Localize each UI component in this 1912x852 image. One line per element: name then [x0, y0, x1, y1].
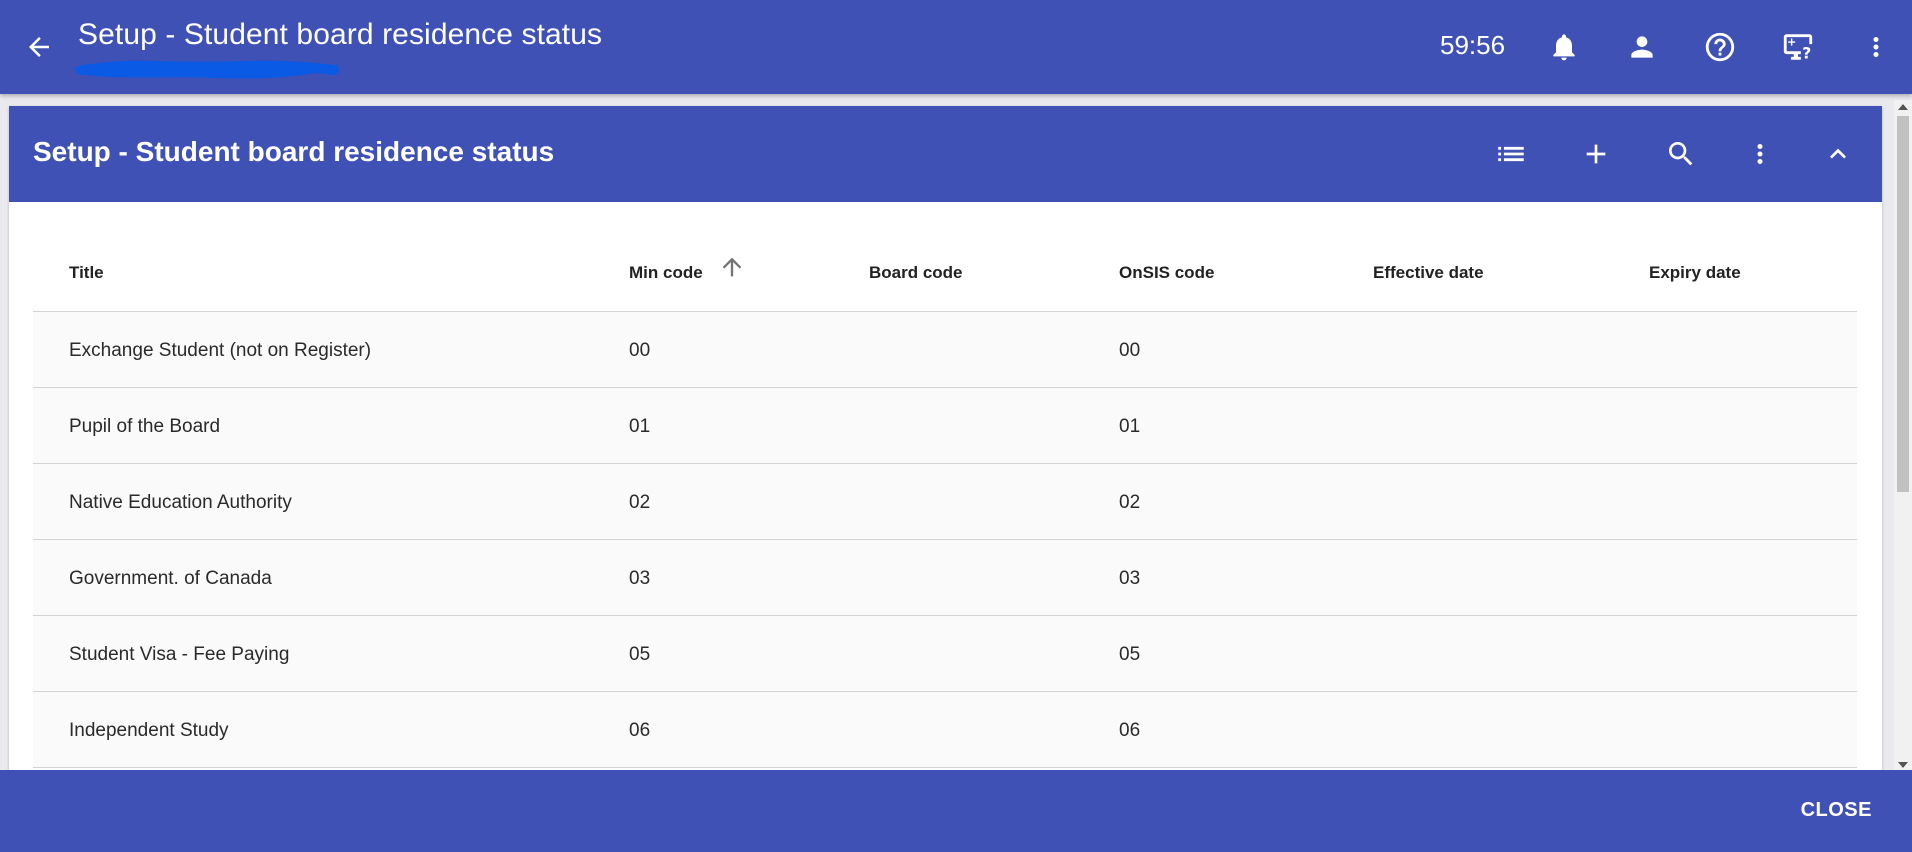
session-timer: 59:56 — [1440, 30, 1506, 60]
scrollbar-thumb[interactable] — [1897, 116, 1909, 492]
sort-ascending-icon[interactable] — [717, 252, 747, 282]
list-icon[interactable] — [1487, 130, 1535, 178]
app-title: Setup - Student board residence status — [78, 18, 603, 51]
more-vert-icon[interactable] — [1853, 24, 1899, 70]
cell-title: Pupil of the Board — [69, 416, 221, 437]
column-header-effective-date[interactable]: Effective date — [1373, 263, 1484, 283]
cell-onsis-code: 02 — [1119, 492, 1141, 513]
cell-title: Government. of Canada — [69, 568, 272, 589]
redaction-scribble — [74, 60, 340, 79]
cell-min-code: 02 — [629, 492, 651, 513]
column-header-board-code[interactable]: Board code — [869, 263, 963, 283]
table-row[interactable]: Independent Study 06 06 — [33, 692, 1857, 768]
column-header-min-code[interactable]: Min code — [629, 263, 703, 283]
table-row[interactable]: Student Visa - Fee Paying 05 05 — [33, 616, 1857, 692]
setup-panel: Setup - Student board residence status T… — [9, 106, 1882, 806]
column-header-onsis-code[interactable]: OnSIS code — [1119, 263, 1214, 283]
cell-onsis-code: 00 — [1119, 340, 1141, 361]
add-icon[interactable] — [1572, 130, 1620, 178]
scroll-up-icon[interactable] — [1898, 104, 1908, 110]
cell-onsis-code: 06 — [1119, 720, 1141, 741]
remote-help-icon[interactable]: ? — [1775, 24, 1821, 70]
cell-onsis-code: 01 — [1119, 416, 1141, 437]
person-icon[interactable] — [1619, 24, 1665, 70]
residence-status-table: Title Min code Board code OnSIS code Eff… — [33, 232, 1857, 768]
vertical-scrollbar[interactable] — [1894, 100, 1912, 772]
cell-onsis-code: 05 — [1119, 644, 1141, 665]
panel-header: Setup - Student board residence status — [9, 106, 1882, 202]
search-icon[interactable] — [1657, 130, 1705, 178]
app-bar: Setup - Student board residence status 5… — [0, 0, 1912, 94]
cell-title: Student Visa - Fee Paying — [69, 644, 290, 665]
table-row[interactable]: Pupil of the Board 01 01 — [33, 388, 1857, 464]
panel-title: Setup - Student board residence status — [33, 136, 555, 167]
chevron-up-icon[interactable] — [1814, 130, 1862, 178]
table-row[interactable]: Native Education Authority 02 02 — [33, 464, 1857, 540]
cell-title: Exchange Student (not on Register) — [69, 340, 372, 361]
close-button[interactable]: CLOSE — [1801, 799, 1872, 822]
cell-min-code: 01 — [629, 416, 651, 437]
cell-min-code: 03 — [629, 568, 651, 589]
column-header-title[interactable]: Title — [69, 263, 104, 283]
table-row[interactable]: Exchange Student (not on Register) 00 00 — [33, 312, 1857, 388]
cell-title: Native Education Authority — [69, 492, 292, 513]
cell-onsis-code: 03 — [1119, 568, 1141, 589]
svg-text:?: ? — [1802, 44, 1811, 62]
help-icon[interactable] — [1697, 24, 1743, 70]
cell-min-code: 05 — [629, 644, 651, 665]
column-header-expiry-date[interactable]: Expiry date — [1649, 263, 1741, 283]
cell-min-code: 06 — [629, 720, 651, 741]
table-header: Title Min code Board code OnSIS code Eff… — [33, 232, 1857, 312]
cell-min-code: 00 — [629, 340, 651, 361]
back-arrow-icon[interactable] — [18, 26, 60, 68]
bell-icon[interactable] — [1541, 24, 1587, 70]
dialog-footer: CLOSE — [0, 770, 1912, 852]
table-row[interactable]: Government. of Canada 03 03 — [33, 540, 1857, 616]
scroll-down-icon[interactable] — [1898, 762, 1908, 768]
more-vert-icon[interactable] — [1736, 130, 1784, 178]
cell-title: Independent Study — [69, 720, 229, 741]
